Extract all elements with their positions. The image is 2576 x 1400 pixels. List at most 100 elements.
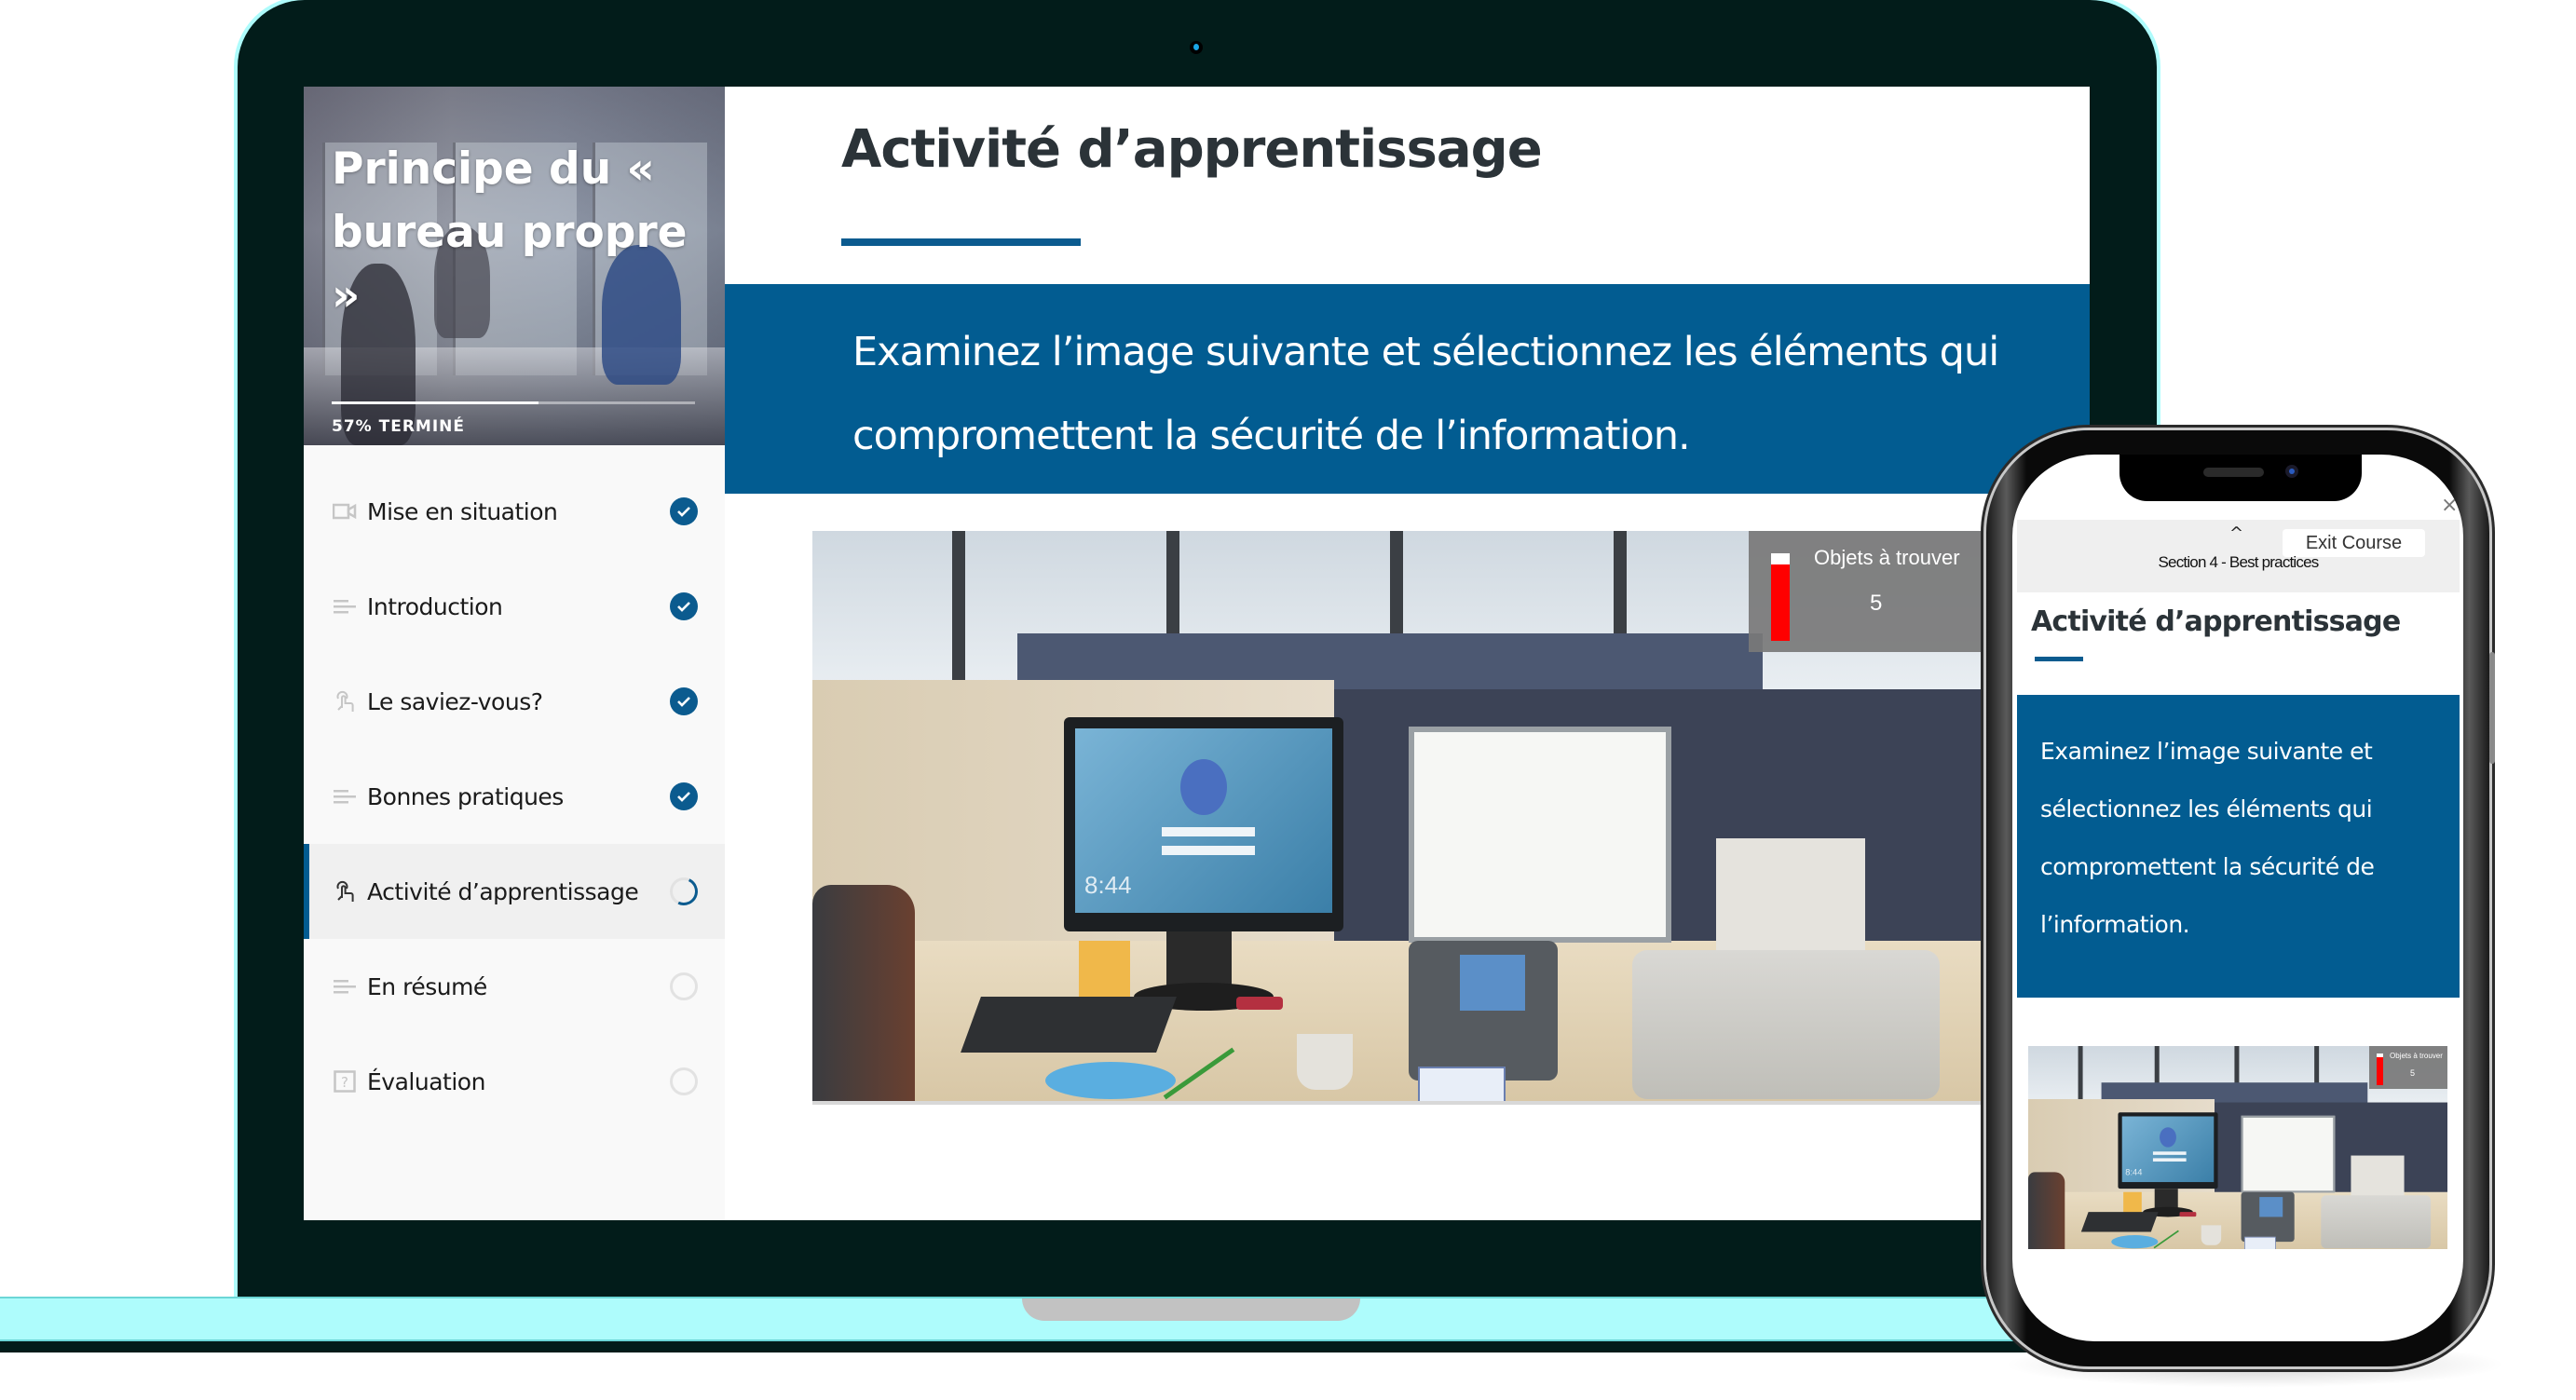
completed-check-icon	[670, 782, 698, 810]
course-progress-fill	[332, 401, 539, 404]
sidebar-item-label: Bonnes pratiques	[367, 782, 564, 810]
phone-notch	[2119, 455, 2362, 501]
instruction-text: Examinez l’image suivante et sélectionne…	[852, 329, 1999, 459]
sidebar-item-label: Mise en situation	[367, 497, 558, 525]
completed-check-icon	[670, 497, 698, 525]
image-divider	[812, 1101, 1986, 1105]
phone-side-button	[2489, 652, 2495, 764]
touch-interaction-icon	[332, 688, 358, 714]
monitor-clock: 8:44	[1084, 871, 1132, 899]
phone-counter-bar	[2377, 1053, 2383, 1085]
counter-value: 5	[1870, 591, 1883, 616]
id-badge[interactable]	[2244, 1236, 2276, 1249]
phone-instruction-text: Examinez l’image suivante et sélectionne…	[2040, 738, 2375, 938]
completed-check-icon	[670, 687, 698, 715]
monitor-avatar	[1180, 759, 1227, 815]
touch-interaction-icon	[332, 878, 358, 904]
usb-key[interactable]	[2179, 1212, 2197, 1217]
monitor-stand	[1166, 931, 1232, 987]
monitor-stand	[2154, 1189, 2178, 1209]
webcam-icon	[1190, 41, 1203, 54]
monitor-field	[1162, 827, 1255, 836]
sidebar-item-label: Activité d’apprentissage	[367, 877, 639, 905]
monitor-field	[1162, 846, 1255, 855]
laptop-base-edge	[0, 1339, 2050, 1352]
close-icon[interactable]: ×	[2441, 494, 2458, 517]
keyboard	[961, 997, 1177, 1053]
course-sidebar: Principe du « bureau propre » 57% TERMIN…	[304, 87, 725, 1220]
sidebar-item-label: Évaluation	[367, 1067, 485, 1095]
not-started-ring-icon	[670, 972, 698, 1000]
lesson-list: Mise en situation Introduction Le saviez-v…	[304, 464, 725, 1129]
completed-check-icon	[670, 592, 698, 620]
phone-objects-counter: Objets à trouver 5	[2369, 1046, 2447, 1089]
in-progress-ring-icon	[670, 877, 698, 905]
window-mullion	[2078, 1046, 2083, 1103]
svg-text:?: ?	[341, 1074, 348, 1091]
sidebar-item-1[interactable]: Introduction	[304, 559, 725, 654]
phone-counter-bar-empty	[2377, 1053, 2383, 1058]
text-lines-icon	[332, 593, 358, 619]
usb-key[interactable]	[1236, 997, 1283, 1010]
id-badge[interactable]	[1418, 1067, 1506, 1101]
lesson-title: Activité d’apprentissage	[841, 119, 1543, 180]
not-started-ring-icon	[670, 1067, 698, 1095]
sidebar-item-label: En résumé	[367, 972, 487, 1000]
coffee-cup	[2201, 1225, 2222, 1245]
course-progress-label: 57% TERMINÉ	[332, 417, 465, 436]
sidebar-item-3[interactable]: Bonnes pratiques	[304, 749, 725, 844]
laptop-lid-notch	[1022, 1298, 1360, 1321]
monitor-field	[2152, 1158, 2187, 1162]
phone-speaker	[2203, 468, 2264, 477]
monitor-clock: 8:44	[2125, 1167, 2143, 1177]
title-underline	[841, 238, 1081, 246]
coffee-cup	[1297, 1034, 1353, 1090]
sidebar-item-0[interactable]: Mise en situation	[304, 464, 725, 559]
sidebar-item-4[interactable]: Activité d’apprentissage	[304, 844, 725, 939]
course-title: Principe du « bureau propre »	[332, 143, 688, 321]
section-label: Section 4 - Best practices	[2158, 553, 2320, 571]
phone-counter-label: Objets à trouver	[2390, 1052, 2443, 1060]
instruction-banner: Examinez l’image suivante et sélectionne…	[725, 284, 2090, 494]
quiz-question-icon: ?	[332, 1068, 358, 1094]
chair	[2028, 1172, 2065, 1249]
phone-instruction-banner: Examinez l’image suivante et sélectionne…	[2017, 695, 2460, 998]
chair	[812, 885, 915, 1101]
text-lines-icon	[332, 783, 358, 809]
chevron-up-icon[interactable]: ^	[2229, 523, 2243, 543]
mousepad	[1045, 1062, 1176, 1099]
monitor-avatar	[2160, 1127, 2176, 1148]
phone-camera-icon	[2285, 465, 2298, 478]
counter-bar	[1771, 553, 1790, 641]
printer	[2321, 1195, 2432, 1249]
course-progress-bar	[332, 401, 695, 404]
phone-top-bar: ^ Exit Course Section 4 - Best practices	[2017, 520, 2460, 592]
lesson-content: Activité d’apprentissage Examinez l’imag…	[725, 87, 2090, 1220]
whiteboard[interactable]	[1409, 727, 1671, 943]
sticky-note[interactable]	[1079, 941, 1130, 1001]
sidebar-item-5[interactable]: En résumé	[304, 939, 725, 1034]
hotspot-image[interactable]: 8:44 Objets à trouver 5	[812, 531, 1986, 1101]
phone-desk-screen	[2259, 1197, 2283, 1217]
phone-lesson-title: Activité d’apprentissage	[2031, 605, 2401, 638]
sticky-note[interactable]	[2123, 1191, 2142, 1214]
laptop-screen: Principe du « bureau propre » 57% TERMIN…	[304, 87, 2090, 1220]
sidebar-item-label: Introduction	[367, 592, 503, 620]
sidebar-item-6[interactable]: ? Évaluation	[304, 1034, 725, 1129]
window-mullion	[952, 531, 965, 689]
mousepad	[2111, 1235, 2159, 1249]
monitor-field	[2152, 1151, 2187, 1155]
text-lines-icon	[332, 973, 358, 999]
printer	[1632, 950, 1940, 1099]
objects-counter: Objets à trouver 5	[1749, 531, 1986, 652]
sidebar-item-2[interactable]: Le saviez-vous?	[304, 654, 725, 749]
course-header-image: Principe du « bureau propre » 57% TERMIN…	[304, 87, 725, 445]
phone-title-underline	[2035, 657, 2083, 661]
sidebar-item-label: Le saviez-vous?	[367, 687, 543, 715]
phone-hotspot-image[interactable]: 8:44 Objets à trouver 5	[2028, 1046, 2447, 1249]
phone-screen: × ^ Exit Course Section 4 - Best practic…	[2012, 455, 2463, 1341]
whiteboard[interactable]	[2241, 1115, 2336, 1193]
phone-counter-value: 5	[2410, 1068, 2416, 1078]
video-icon	[332, 498, 358, 524]
keyboard	[2080, 1212, 2159, 1232]
